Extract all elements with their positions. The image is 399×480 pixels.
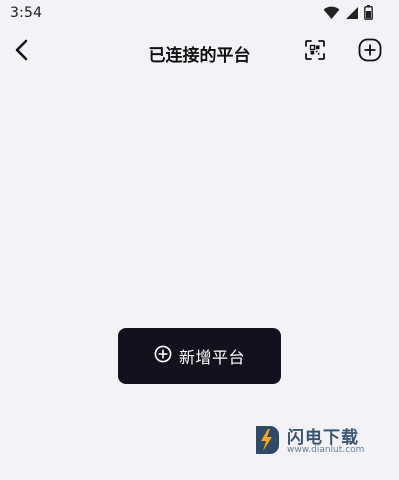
plus-circle-icon — [358, 38, 382, 66]
plus-circle-icon — [154, 345, 172, 367]
battery-icon — [364, 4, 373, 24]
platform-list-area: 新增平台 — [0, 74, 399, 480]
status-time: 3:54 — [10, 5, 43, 21]
add-platform-header-button[interactable] — [357, 38, 383, 66]
scan-qr-button[interactable] — [302, 39, 328, 65]
add-platform-button[interactable]: 新增平台 — [118, 328, 281, 384]
wifi-icon — [323, 5, 340, 24]
lightning-logo-icon — [253, 424, 281, 456]
watermark: 闪电下载 www.dianlut.com — [251, 422, 381, 460]
page-title: 已连接的平台 — [148, 46, 251, 66]
watermark-url: www.dianlut.com — [287, 445, 365, 455]
status-bar: 3:54 — [0, 0, 399, 28]
header: 已连接的平台 — [0, 30, 399, 74]
qr-scan-icon — [304, 39, 326, 65]
signal-icon — [345, 5, 359, 24]
add-platform-label: 新增平台 — [178, 348, 245, 367]
status-icons — [323, 4, 373, 24]
